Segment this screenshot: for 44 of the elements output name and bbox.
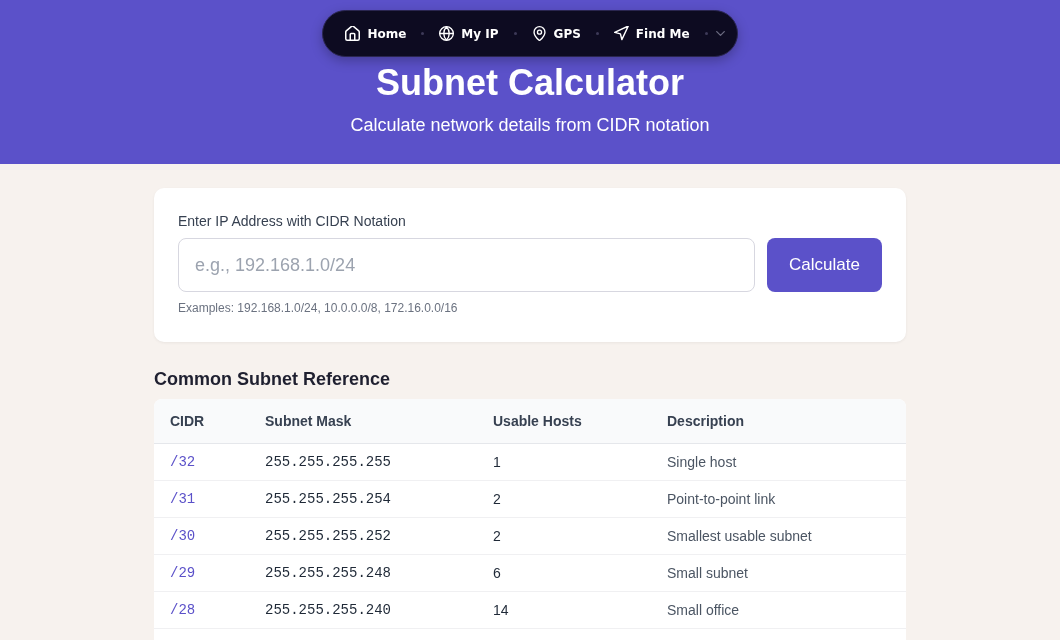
home-icon xyxy=(345,26,361,41)
table-cell: /32 xyxy=(154,443,249,481)
table-cell: Point-to-point link xyxy=(651,480,906,518)
cidr-input-field[interactable]: e.g., 192.168.1.0/24 xyxy=(178,238,755,292)
page-subtitle: Calculate network details from CIDR notation xyxy=(350,114,710,137)
table-cell: 255.255.255.252 xyxy=(249,517,477,555)
nav-link[interactable]: My IP xyxy=(439,22,499,45)
separator-dot-icon xyxy=(704,32,708,35)
map-pin-icon xyxy=(531,26,547,41)
navigation-arrow-icon xyxy=(613,26,629,41)
globe-icon xyxy=(439,26,455,41)
page-title: Subnet Calculator xyxy=(375,61,684,105)
table-cell: 14 xyxy=(477,591,651,629)
table-cell: 2 xyxy=(477,517,651,555)
table-cell: /31 xyxy=(154,480,249,518)
table-cell: /29 xyxy=(154,554,249,592)
separator-dot-icon xyxy=(513,32,517,35)
examples-hint: Examples: 192.168.1.0/24, 10.0.0.0/8, 172.16.0.0/16 xyxy=(178,300,458,316)
table-cell: 255.255.255.254 xyxy=(249,480,477,518)
input-label: Enter IP Address with CIDR Notation xyxy=(178,212,406,230)
table-cell: /28 xyxy=(154,591,249,629)
column-header: Subnet Mask xyxy=(249,399,477,444)
table-cell: 255.255.255.255 xyxy=(249,443,477,481)
column-header: Description xyxy=(651,399,906,444)
table-cell: Smallest usable subnet xyxy=(651,517,906,555)
table-cell: Small subnet xyxy=(651,554,906,592)
table-cell: 6 xyxy=(477,554,651,592)
column-header: CIDR xyxy=(154,399,249,444)
nav-link[interactable]: Home xyxy=(345,22,407,45)
nav-link[interactable]: Find Me xyxy=(613,22,690,45)
nav-link[interactable]: GPS xyxy=(531,22,581,45)
column-header: Usable Hosts xyxy=(477,399,651,444)
table-cell: Small office xyxy=(651,591,906,629)
table-cell: 255.255.255.248 xyxy=(249,554,477,592)
calculate-button[interactable]: Calculate xyxy=(767,238,882,292)
separator-dot-icon xyxy=(595,32,599,35)
table-cell: 2 xyxy=(477,480,651,518)
table-cell: 1 xyxy=(477,443,651,481)
table-cell: 255.255.255.240 xyxy=(249,591,477,629)
table-cell: /30 xyxy=(154,517,249,555)
section-heading: Common Subnet Reference xyxy=(154,368,392,390)
chevron-down-icon[interactable] xyxy=(715,31,725,36)
table-cell: Single host xyxy=(651,443,906,481)
separator-dot-icon xyxy=(421,32,425,35)
